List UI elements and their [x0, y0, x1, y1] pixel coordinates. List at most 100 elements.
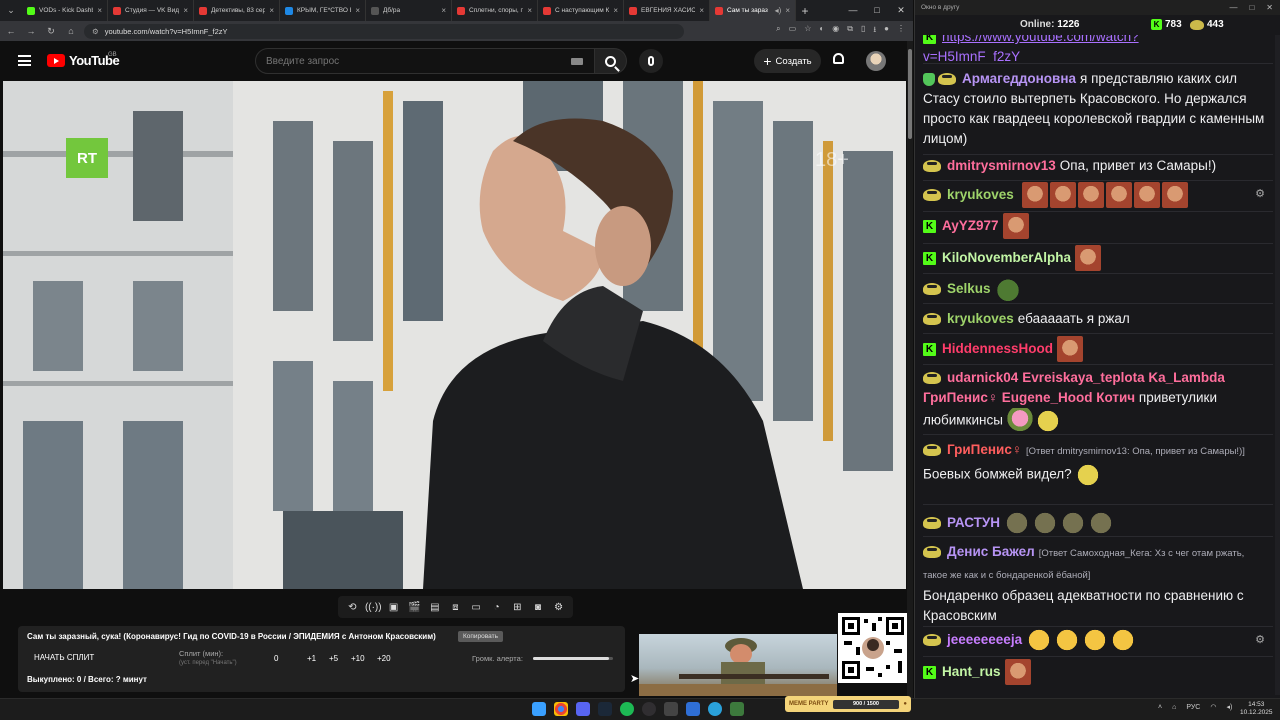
back-icon[interactable]: ← [4, 26, 18, 36]
loop-icon[interactable]: ⟲ [344, 602, 360, 613]
subtitles-icon[interactable]: ▤ [427, 602, 443, 613]
add-10-button[interactable]: +10 [351, 654, 365, 663]
system-tray: ˄ ⌂ РУС ◠ ◂) [1158, 703, 1232, 712]
volume-icon[interactable]: ◂) [1226, 703, 1232, 711]
video-player[interactable]: RT 18+ [3, 81, 906, 589]
tab-khasis[interactable]: ЕВГЕНИЯ ХАСИС × [624, 0, 710, 21]
download-icon[interactable]: ⭳ [873, 24, 876, 38]
clapper-icon[interactable]: 🎬 [406, 602, 422, 613]
kick-badge: K [923, 219, 936, 233]
close-icon[interactable]: × [97, 6, 102, 15]
minimize-icon[interactable]: — [1229, 3, 1237, 12]
alert-volume-label: Громк. алерта: [472, 654, 523, 663]
menu-icon[interactable] [18, 55, 31, 66]
theater-icon[interactable]: ▭ [468, 602, 484, 613]
home-icon[interactable]: ⌂ [64, 26, 78, 36]
maximize-icon[interactable]: □ [865, 5, 889, 16]
search-input[interactable] [266, 55, 566, 67]
network-icon[interactable]: ⌂ [1172, 704, 1176, 711]
close-icon[interactable]: × [527, 6, 532, 15]
minimize-icon[interactable]: — [841, 5, 865, 16]
language-indicator[interactable]: РУС [1186, 704, 1200, 711]
url-field[interactable]: ⚙ youtube.com/watch?v=H5ImnF_f2zY [84, 23, 684, 39]
bought-minutes: Выкуплено: 0 / Всего: ? минут [27, 675, 147, 684]
extension-icon[interactable]: ◉ [832, 24, 839, 38]
chat-window: Окно в другу — □ ✕ Online: 1226 K 783 443 K… [914, 0, 1280, 698]
windows-start-icon[interactable] [532, 702, 546, 716]
emote-laugh-icon [1082, 627, 1109, 653]
site-info-icon[interactable]: ⚙ [92, 27, 99, 36]
youtube-logo[interactable]: YouTube GB [47, 52, 120, 68]
close-icon[interactable]: × [269, 6, 274, 15]
bookmark-star-icon[interactable]: ☆ [804, 24, 811, 38]
zoom-icon[interactable]: ⌕ [776, 24, 780, 38]
sidebar-icon[interactable]: ▯ [861, 24, 865, 38]
keyboard-icon[interactable] [571, 58, 583, 65]
tab-detectives[interactable]: Детективы, 83 серия× [194, 0, 280, 21]
add-20-button[interactable]: +20 [377, 654, 391, 663]
chat-scrollbar[interactable] [1275, 35, 1280, 695]
discord-icon[interactable] [576, 702, 590, 716]
video-frame [3, 81, 906, 589]
tab-crimea[interactable]: КРЫМ, ГЕ*СТВО В × [280, 0, 366, 21]
tab-current-video[interactable]: Сам ты зараз ◂) × [710, 0, 796, 21]
search-button[interactable] [595, 48, 627, 74]
close-icon[interactable]: × [441, 6, 446, 15]
notifications-bell-icon[interactable] [833, 53, 847, 67]
scrollbar-thumb[interactable] [908, 49, 912, 139]
pip-icon[interactable]: ⧈ [447, 602, 463, 613]
tab-search-icon[interactable]: ⌄ [0, 0, 22, 21]
page-scrollbar[interactable] [907, 41, 913, 698]
audio-icon[interactable]: ◂) [775, 6, 782, 15]
tab-dbra[interactable]: Дб/ра × [366, 0, 452, 21]
speed-icon[interactable]: ◔ [489, 602, 505, 613]
app-icon[interactable] [730, 702, 744, 716]
close-icon[interactable]: × [613, 6, 618, 15]
app-icon[interactable] [664, 702, 678, 716]
add-5-button[interactable]: +5 [329, 654, 338, 663]
steam-icon[interactable] [598, 702, 612, 716]
add-1-button[interactable]: +1 [307, 654, 316, 663]
extension-icon[interactable]: ◐ [819, 24, 824, 38]
clock[interactable]: 14:53 10.12.2025 [1240, 701, 1273, 717]
start-split-button[interactable]: НАЧАТЬ СПЛИТ [34, 653, 94, 662]
close-window-icon[interactable]: ✕ [889, 5, 913, 16]
gear-icon[interactable]: ⚙ [551, 602, 567, 613]
new-tab-button[interactable]: + [796, 4, 814, 18]
create-button[interactable]: + Создать [754, 49, 821, 73]
broadcast-icon[interactable]: ((·)) [365, 602, 382, 613]
alert-volume-slider[interactable] [533, 657, 613, 660]
telegram-icon[interactable] [708, 702, 722, 716]
close-icon[interactable]: × [699, 6, 704, 15]
avatar[interactable] [866, 51, 886, 71]
gear-icon[interactable]: ⚙ [1255, 633, 1265, 646]
spotify-icon[interactable] [620, 702, 634, 716]
menu-dots-icon[interactable]: ⋮ [897, 24, 905, 38]
forward-icon[interactable]: → [24, 26, 38, 36]
tab-new-year[interactable]: С наступающим К × [538, 0, 624, 21]
close-icon[interactable]: × [355, 6, 360, 15]
cast-icon[interactable]: ▭ [789, 24, 797, 38]
chevron-up-icon[interactable]: ˄ [1158, 704, 1162, 711]
tab-vk-studio[interactable]: Студия — VK Видео× [108, 0, 194, 21]
maximize-icon[interactable]: □ [1249, 3, 1254, 12]
add-clip-icon[interactable]: ⊞ [509, 602, 525, 613]
close-window-icon[interactable]: ✕ [1266, 3, 1273, 12]
profile-icon[interactable]: ● [884, 24, 889, 38]
chrome-icon[interactable] [554, 702, 568, 716]
wifi-icon[interactable]: ◠ [1210, 703, 1216, 711]
tab-gossip[interactable]: Сплетни, споры, п × [452, 0, 538, 21]
close-icon[interactable]: × [785, 6, 790, 15]
tab-kick-dashboard[interactable]: VODs - Kick Dashb × [22, 0, 108, 21]
obs-icon[interactable] [642, 702, 656, 716]
screenshot-settings-icon[interactable]: ▣ [386, 602, 402, 613]
reload-icon[interactable]: ↻ [44, 26, 58, 37]
camera-icon[interactable]: ◙ [530, 602, 546, 613]
split-minutes-value[interactable]: 0 [274, 654, 278, 663]
close-icon[interactable]: × [183, 6, 188, 15]
copy-button[interactable]: Копировать [458, 631, 503, 642]
media-player-icon[interactable] [686, 702, 700, 716]
extensions-puzzle-icon[interactable]: ⧉ [847, 24, 853, 38]
voice-search-button[interactable] [639, 49, 663, 73]
gear-icon[interactable]: ⚙ [1255, 187, 1265, 200]
